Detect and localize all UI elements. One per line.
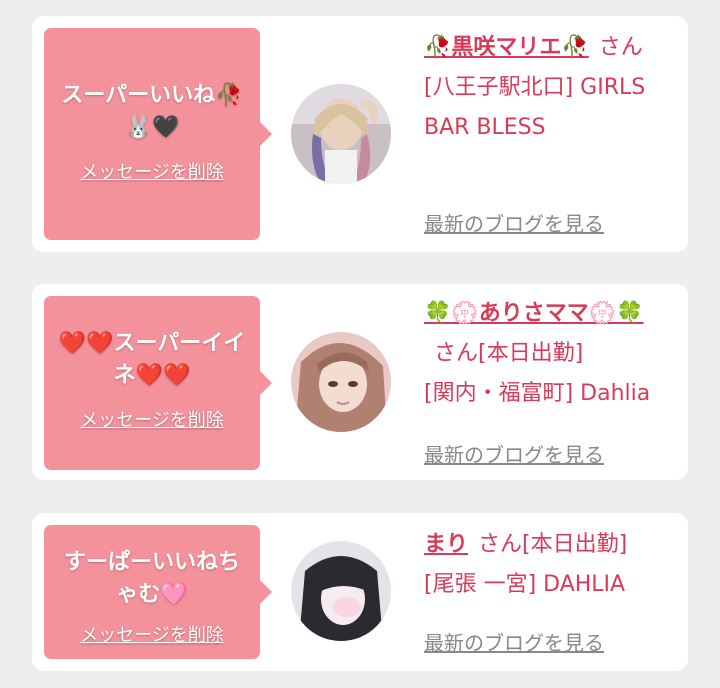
avatar[interactable] (291, 541, 391, 641)
message-card: スーパーいいね🥀🐰🖤 メッセージを削除 🥀黒咲マリエ🥀 さん [八王子駅北口] G… (32, 16, 688, 252)
message-bubble: スーパーいいね🥀🐰🖤 メッセージを削除 (44, 28, 272, 240)
delete-message-link[interactable]: メッセージを削除 (80, 158, 224, 184)
sender-name-link[interactable]: 🥀黒咲マリエ🥀 (424, 35, 589, 60)
message-bubble: ❤️❤️スーパーイイネ❤️❤️ メッセージを削除 (44, 296, 272, 470)
message-text: すーぱーいいねちゃむ🩷 (63, 550, 240, 607)
honorific: さん (478, 532, 523, 557)
message-text: スーパーいいね🥀🐰🖤 (61, 83, 243, 140)
delete-message-link[interactable]: メッセージを削除 (80, 621, 224, 647)
message-bubble: すーぱーいいねちゃむ🩷 メッセージを削除 (44, 525, 272, 659)
sender-info: 🍀💮ありさママ💮🍀 さん[本日出勤] [関内・福富町] Dahlia (424, 294, 674, 414)
message-card: ❤️❤️スーパーイイネ❤️❤️ メッセージを削除 🍀💮ありさママ💮🍀 さん[本日出… (32, 284, 688, 480)
shop-name: [関内・福富町] Dahlia (424, 381, 651, 406)
sender-info: まり さん[本日出勤] [尾張 一宮] DAHLIA (424, 525, 674, 605)
message-text: ❤️❤️スーパーイイネ❤️❤️ (58, 331, 246, 388)
latest-blog-link[interactable]: 最新のブログを見る (424, 627, 604, 656)
avatar[interactable] (291, 332, 391, 432)
shop-name: [八王子駅北口] GIRLS BAR BLESS (424, 75, 646, 140)
sender-name-link[interactable]: まり (424, 532, 468, 557)
delete-message-link[interactable]: メッセージを削除 (80, 406, 224, 432)
honorific: さん (434, 341, 479, 366)
work-status: [本日出勤] (522, 532, 628, 557)
avatar-photo-icon (291, 541, 391, 641)
message-card: すーぱーいいねちゃむ🩷 メッセージを削除 まり さん[本日出勤] [尾張 一宮] … (32, 513, 688, 671)
latest-blog-link[interactable]: 最新のブログを見る (424, 439, 604, 468)
sender-info: 🥀黒咲マリエ🥀 さん [八王子駅北口] GIRLS BAR BLESS (424, 28, 674, 148)
honorific: さん (598, 35, 643, 60)
latest-blog-link[interactable]: 最新のブログを見る (424, 208, 604, 237)
avatar[interactable] (291, 84, 391, 184)
avatar-photo-icon (291, 332, 391, 432)
sender-name-link[interactable]: 🍀💮ありさママ💮🍀 (424, 301, 644, 326)
work-status: [本日出勤] (478, 341, 584, 366)
shop-name: [尾張 一宮] DAHLIA (424, 572, 626, 597)
avatar-photo-icon (291, 84, 391, 184)
